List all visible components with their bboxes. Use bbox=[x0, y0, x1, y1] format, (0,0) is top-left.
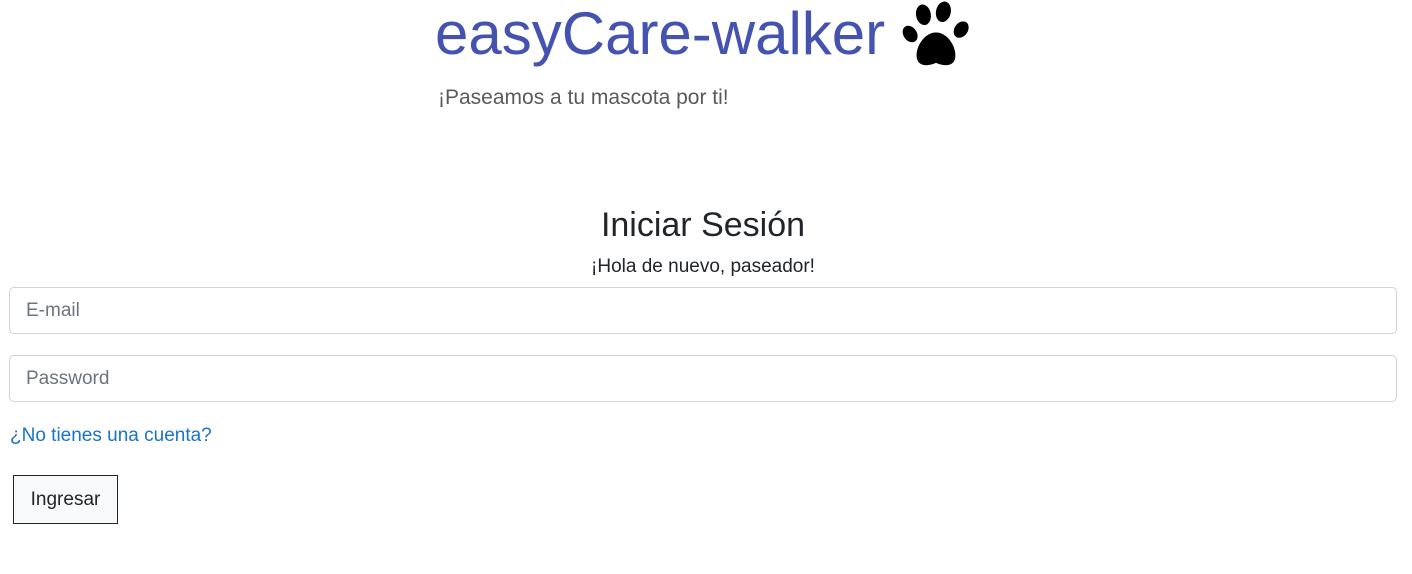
email-field[interactable] bbox=[9, 287, 1397, 334]
login-button[interactable]: Ingresar bbox=[13, 475, 118, 524]
password-field[interactable] bbox=[9, 355, 1397, 402]
page-title: Iniciar Sesión bbox=[600, 206, 806, 244]
tagline: ¡Paseamos a tu mascota por ti! bbox=[438, 86, 729, 109]
logo: easyCare-walker bbox=[435, 0, 973, 72]
page-subtitle: ¡Hola de nuevo, paseador! bbox=[591, 256, 815, 277]
paw-print-icon bbox=[899, 0, 973, 71]
brand-header: easyCare-walker ¡Paseamos a tu mascota p… bbox=[430, 0, 990, 120]
brand-name: easyCare-walker bbox=[435, 0, 886, 67]
signup-link[interactable]: ¿No tienes una cuenta? bbox=[10, 424, 212, 448]
